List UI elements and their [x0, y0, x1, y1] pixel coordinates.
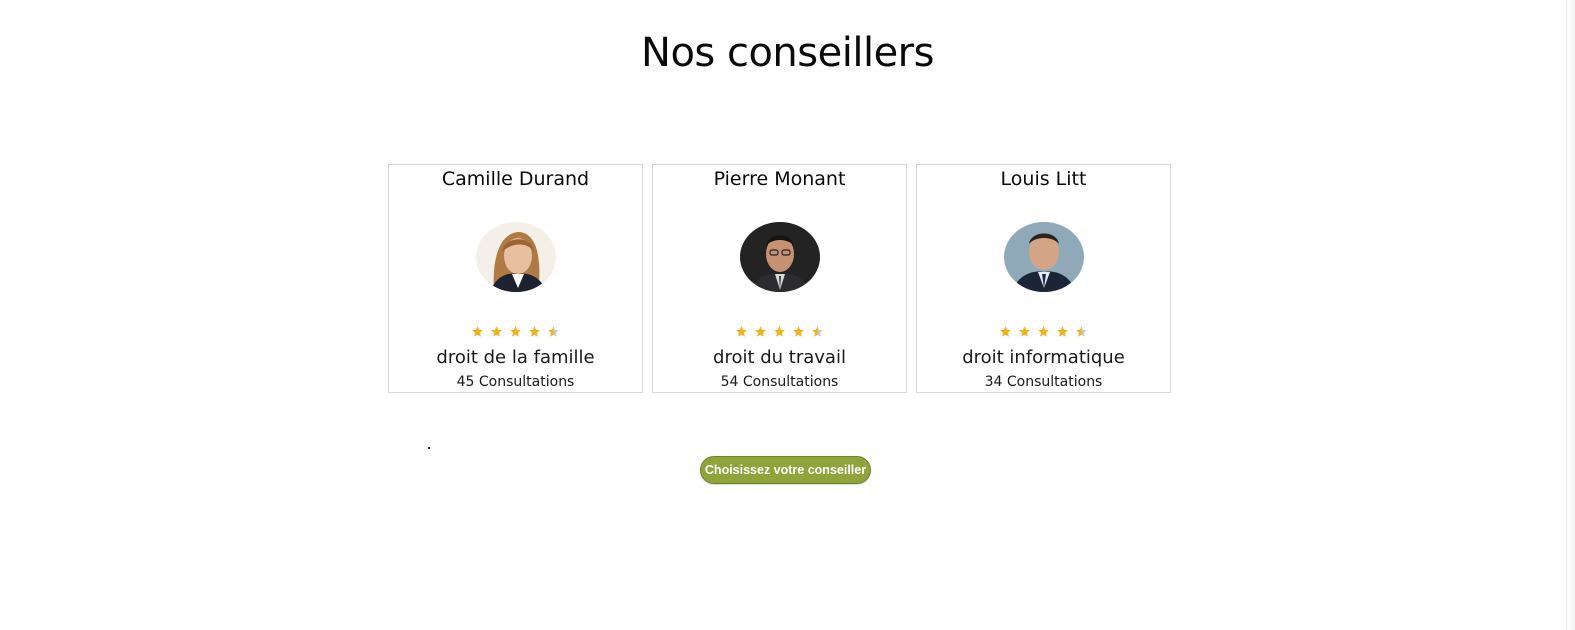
star-half-icon: [811, 325, 824, 338]
consultation-count: 34 Consultations: [984, 374, 1103, 390]
advisor-list: Camille Durand droit de la famille 45 Co…: [388, 164, 1171, 393]
star-icon: [528, 325, 541, 338]
consultation-count: 54 Consultations: [720, 374, 839, 390]
star-icon: [1018, 325, 1031, 338]
star-icon: [509, 325, 522, 338]
star-half-icon: [547, 325, 560, 338]
star-icon: [1056, 325, 1069, 338]
advisor-specialty: droit du travail: [713, 347, 846, 368]
star-icon: [735, 325, 748, 338]
avatar: [1003, 222, 1084, 292]
star-icon: [792, 325, 805, 338]
page-title: Nos conseillers: [641, 30, 934, 76]
star-icon: [773, 325, 786, 338]
consultation-count: 45 Consultations: [456, 374, 575, 390]
rating-stars: [917, 325, 1170, 338]
rating-stars: [653, 325, 906, 338]
star-icon: [490, 325, 503, 338]
star-icon: [754, 325, 767, 338]
advisor-specialty: droit informatique: [962, 347, 1125, 368]
advisor-card[interactable]: Pierre Monant droit du travail 54 Consul…: [652, 164, 907, 393]
advisor-card[interactable]: Camille Durand droit de la famille 45 Co…: [388, 164, 643, 393]
window-edge: [1566, 0, 1575, 630]
rating-stars: [389, 325, 642, 338]
star-icon: [999, 325, 1012, 338]
star-half-icon: [1075, 325, 1088, 338]
advisor-name: Louis Litt: [1000, 168, 1087, 190]
star-icon: [471, 325, 484, 338]
stray-dot: [428, 447, 430, 449]
avatar: [739, 222, 820, 292]
advisor-specialty: droit de la famille: [436, 347, 595, 368]
advisor-name: Camille Durand: [441, 168, 590, 190]
advisor-card[interactable]: Louis Litt droit informatique 34 Consult…: [916, 164, 1171, 393]
star-icon: [1037, 325, 1050, 338]
avatar: [475, 222, 556, 292]
choose-advisor-button[interactable]: Choisissez votre conseiller: [700, 456, 871, 484]
advisor-name: Pierre Monant: [713, 168, 846, 190]
